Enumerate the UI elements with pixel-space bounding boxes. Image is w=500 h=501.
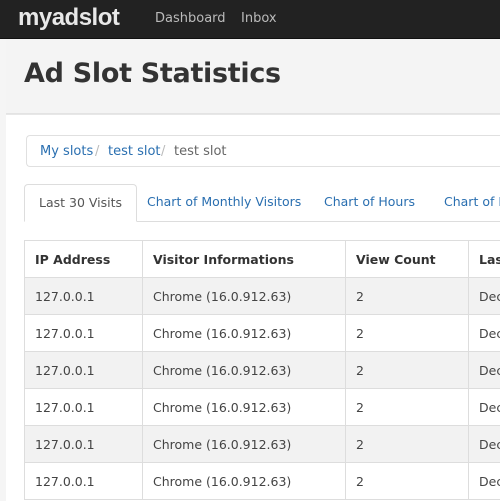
- column-header-ip-address: IP Address: [25, 241, 143, 278]
- cell-last-visit: Dec: [469, 389, 500, 426]
- cell-view-count: 2: [346, 463, 469, 500]
- nav-link-inbox[interactable]: Inbox: [241, 11, 277, 26]
- breadcrumb: My slots / test slot / test slot: [26, 135, 500, 167]
- tab-bar: Last 30 Visits Chart of Monthly Visitors…: [6, 184, 500, 222]
- breadcrumb-separator: /: [95, 144, 99, 159]
- cell-ip-address: 127.0.0.1: [25, 315, 143, 352]
- table-row: 127.0.0.1 Chrome (16.0.912.63) 2 Dec: [25, 278, 500, 315]
- cell-visitor-info: Chrome (16.0.912.63): [143, 315, 346, 352]
- cell-visitor-info: Chrome (16.0.912.63): [143, 463, 346, 500]
- column-header-visitor-informations: Visitor Informations: [143, 241, 346, 278]
- cell-ip-address: 127.0.0.1: [25, 463, 143, 500]
- cell-ip-address: 127.0.0.1: [25, 389, 143, 426]
- page-header: Ad Slot Statistics: [6, 39, 500, 114]
- cell-last-visit: Dec: [469, 426, 500, 463]
- breadcrumb-my-slots[interactable]: My slots: [40, 144, 93, 159]
- tab-chart-of-b[interactable]: Chart of B: [430, 184, 500, 222]
- breadcrumb-separator: /: [161, 144, 165, 159]
- cell-last-visit: Dec: [469, 463, 500, 500]
- tab-last-30-visits[interactable]: Last 30 Visits: [24, 184, 137, 222]
- table-header-row: IP Address Visitor Informations View Cou…: [25, 241, 500, 278]
- cell-ip-address: 127.0.0.1: [25, 426, 143, 463]
- table-row: 127.0.0.1 Chrome (16.0.912.63) 2 Dec: [25, 426, 500, 463]
- main-content: My slots / test slot / test slot Last 30…: [6, 114, 500, 501]
- cell-last-visit: Dec: [469, 278, 500, 315]
- cell-visitor-info: Chrome (16.0.912.63): [143, 352, 346, 389]
- column-header-view-count: View Count: [346, 241, 469, 278]
- cell-view-count: 2: [346, 352, 469, 389]
- cell-last-visit: Dec: [469, 352, 500, 389]
- page-title: Ad Slot Statistics: [24, 58, 281, 89]
- cell-visitor-info: Chrome (16.0.912.63): [143, 426, 346, 463]
- cell-view-count: 2: [346, 278, 469, 315]
- table-row: 127.0.0.1 Chrome (16.0.912.63) 2 Dec: [25, 352, 500, 389]
- tab-chart-of-hours[interactable]: Chart of Hours: [310, 184, 429, 222]
- table-row: 127.0.0.1 Chrome (16.0.912.63) 2 Dec: [25, 463, 500, 500]
- tab-chart-monthly-visitors[interactable]: Chart of Monthly Visitors: [133, 184, 315, 222]
- cell-ip-address: 127.0.0.1: [25, 352, 143, 389]
- cell-view-count: 2: [346, 315, 469, 352]
- cell-visitor-info: Chrome (16.0.912.63): [143, 278, 346, 315]
- table-row: 127.0.0.1 Chrome (16.0.912.63) 2 Dec: [25, 389, 500, 426]
- brand-logo[interactable]: myadslot: [18, 4, 119, 32]
- cell-visitor-info: Chrome (16.0.912.63): [143, 389, 346, 426]
- nav-link-dashboard[interactable]: Dashboard: [155, 11, 226, 26]
- top-navbar: myadslot Dashboard Inbox: [0, 0, 500, 39]
- breadcrumb-current: test slot: [174, 144, 227, 159]
- table-row: 127.0.0.1 Chrome (16.0.912.63) 2 Dec: [25, 315, 500, 352]
- cell-last-visit: Dec: [469, 315, 500, 352]
- column-header-last: Las: [469, 241, 500, 278]
- breadcrumb-test-slot-link[interactable]: test slot: [108, 144, 161, 159]
- visits-table: IP Address Visitor Informations View Cou…: [24, 240, 500, 500]
- cell-view-count: 2: [346, 426, 469, 463]
- cell-view-count: 2: [346, 389, 469, 426]
- cell-ip-address: 127.0.0.1: [25, 278, 143, 315]
